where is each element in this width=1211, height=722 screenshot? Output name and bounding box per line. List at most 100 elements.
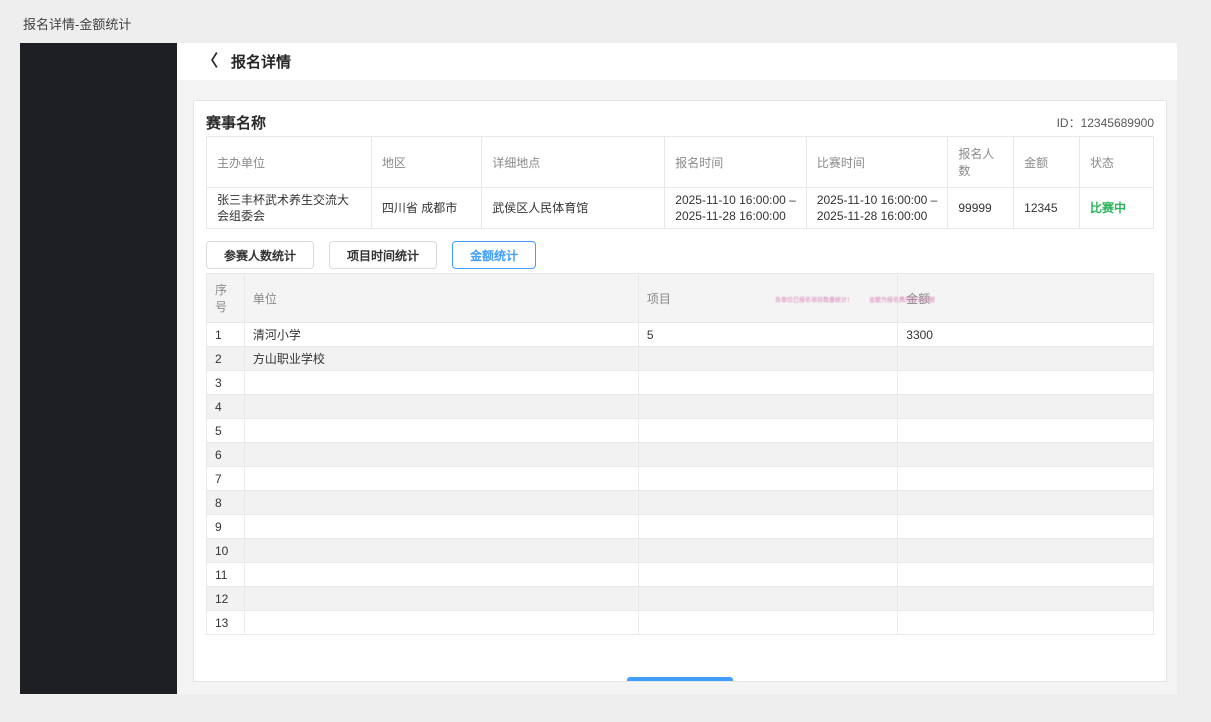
cell-project [638,491,897,515]
cell-money [898,611,1154,635]
col-address: 详细地点 [482,137,665,188]
cell-unit [244,587,638,611]
cell-no: 3 [207,371,245,395]
page-title: 报名详情-金额统计 [23,14,131,33]
col-index: 序号 [207,274,245,323]
cell-money: 3300 [898,323,1154,347]
cell-unit [244,611,638,635]
cell-project [638,467,897,491]
col-region: 地区 [371,137,481,188]
event-id: ID：12345689900 [1057,114,1154,131]
col-unit: 单位 [244,274,638,323]
table-row: 13 [207,611,1154,635]
cell-project: 5 [638,323,897,347]
cell-no: 9 [207,515,245,539]
cell-no: 2 [207,347,245,371]
col-signup-time: 报名时间 [665,137,807,188]
table-row: 11 [207,563,1154,587]
cell-unit: 清河小学 [244,323,638,347]
cell-organizer: 张三丰杯武术养生交流大会组委会 [207,188,372,229]
cell-signup-time: 2025-11-10 16:00:00 – 2025-11-28 16:00:0… [665,188,807,229]
table-row: 6 [207,443,1154,467]
cell-money [898,587,1154,611]
cell-no: 4 [207,395,245,419]
event-section-head: 赛事名称 ID：12345689900 [206,109,1154,136]
col-status: 状态 [1079,137,1153,188]
stats-tabs: 参赛人数统计 项目时间统计 金额统计 [206,241,1154,269]
cell-no: 10 [207,539,245,563]
cell-project [638,515,897,539]
amount-stats-table: 序号 单位 项目 金额 1 清河小学 5 3300 2 方山职业学校 [206,273,1154,635]
cell-signup-count: 99999 [948,188,1014,229]
col-match-time: 比赛时间 [806,137,948,188]
cell-money [898,395,1154,419]
cell-project [638,443,897,467]
table-row: 3 [207,371,1154,395]
export-button-row: 导出 [206,677,1154,682]
detail-card: 赛事名称 ID：12345689900 主办单位 地区 详细地点 报名时间 比赛… [193,100,1167,682]
signup-time-line2: 2025-11-28 16:00:00 [675,208,796,224]
cell-no: 7 [207,467,245,491]
event-info-table: 主办单位 地区 详细地点 报名时间 比赛时间 报名人数 金额 状态 张三丰杯武术… [206,136,1154,229]
table-row: 5 [207,419,1154,443]
event-section-title: 赛事名称 [206,112,266,133]
content-area: 赛事名称 ID：12345689900 主办单位 地区 详细地点 报名时间 比赛… [177,80,1177,694]
table-row: 1 清河小学 5 3300 [207,323,1154,347]
main-area: 〈 报名详情 赛事名称 ID：12345689900 主办单位 地区 详细地 [177,43,1177,694]
cell-unit [244,563,638,587]
cell-no: 11 [207,563,245,587]
cell-unit [244,491,638,515]
table-row: 9 [207,515,1154,539]
cell-money [898,563,1154,587]
cell-region: 四川省 成都市 [371,188,481,229]
cell-money [898,467,1154,491]
tab-participant-count-stats[interactable]: 参赛人数统计 [206,241,314,269]
table-row: 12 [207,587,1154,611]
col-project: 项目 [638,274,897,323]
cell-money [898,419,1154,443]
cell-project [638,419,897,443]
col-organizer: 主办单位 [207,137,372,188]
cell-money [898,347,1154,371]
back-arrow-icon[interactable]: 〈 [202,54,218,70]
cell-project [638,563,897,587]
cell-money [898,443,1154,467]
cell-address: 武侯区人民体育馆 [482,188,665,229]
match-time-line1: 2025-11-10 16:00:00 – [817,192,938,208]
table-row: 8 [207,491,1154,515]
cell-unit: 方山职业学校 [244,347,638,371]
cell-no: 8 [207,491,245,515]
cell-money [898,539,1154,563]
export-button[interactable]: 导出 [627,677,733,682]
tab-amount-stats[interactable]: 金额统计 [452,241,536,269]
cell-no: 12 [207,587,245,611]
cell-project [638,611,897,635]
cell-project [638,395,897,419]
cell-no: 6 [207,443,245,467]
table-row: 2 方山职业学校 [207,347,1154,371]
event-info-data-row: 张三丰杯武术养生交流大会组委会 四川省 成都市 武侯区人民体育馆 2025-11… [207,188,1154,229]
event-id-value: 12345689900 [1081,116,1154,130]
stats-header-row: 序号 单位 项目 金额 [207,274,1154,323]
cell-unit [244,395,638,419]
header-title: 报名详情 [231,51,291,72]
table-row: 4 [207,395,1154,419]
col-signup-count: 报名人数 [948,137,1014,188]
cell-amount: 12345 [1014,188,1080,229]
table-row: 10 [207,539,1154,563]
cell-unit [244,539,638,563]
tab-project-time-stats[interactable]: 项目时间统计 [329,241,437,269]
col-amount: 金额 [1014,137,1080,188]
cell-unit [244,467,638,491]
cell-unit [244,371,638,395]
stats-table-body: 1 清河小学 5 3300 2 方山职业学校 3 4 [207,323,1154,635]
cell-no: 5 [207,419,245,443]
col-money: 金额 [898,274,1154,323]
table-row: 7 [207,467,1154,491]
cell-project [638,371,897,395]
cell-no: 13 [207,611,245,635]
status-badge: 比赛中 [1079,188,1153,229]
cell-no: 1 [207,323,245,347]
signup-time-line1: 2025-11-10 16:00:00 – [675,192,796,208]
cell-project [638,347,897,371]
